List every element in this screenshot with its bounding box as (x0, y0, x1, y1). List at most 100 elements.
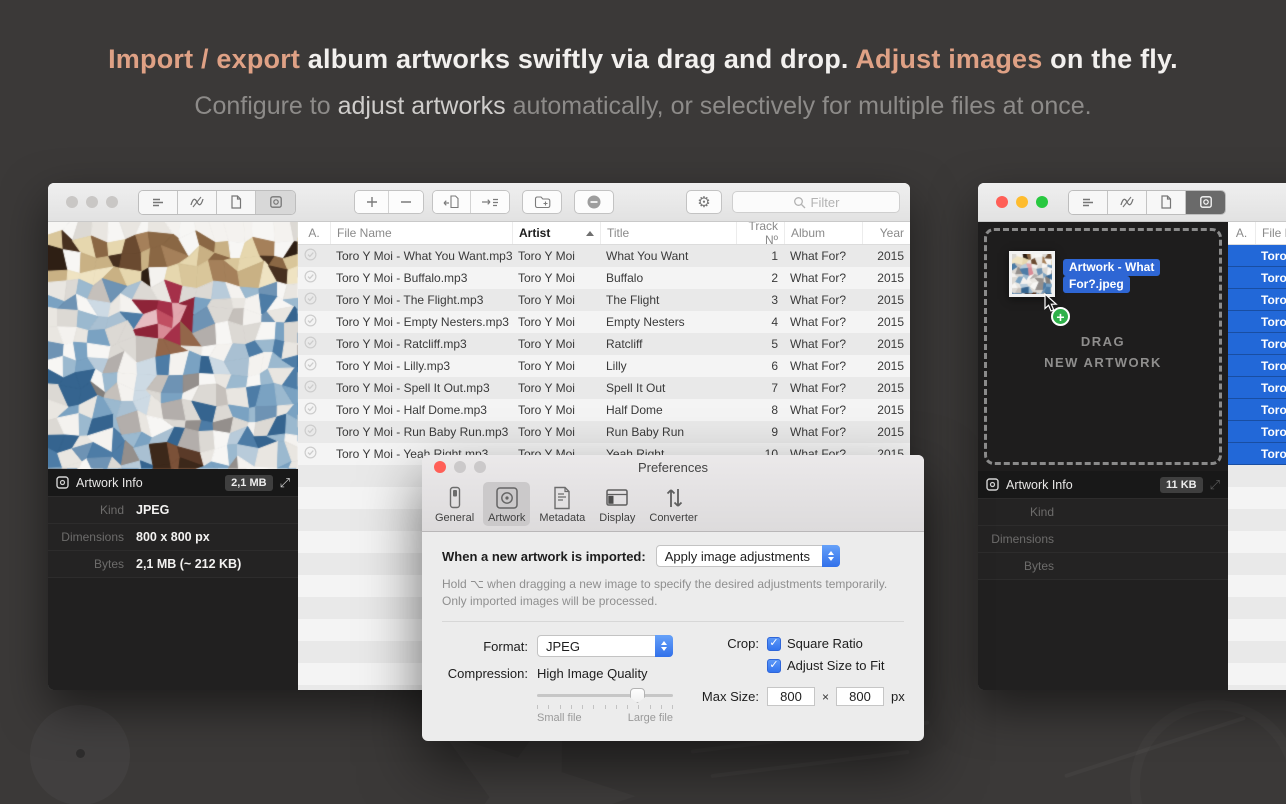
empty-table-row (1228, 685, 1286, 690)
import-behavior-popup[interactable]: Apply image adjustments (656, 545, 840, 567)
column-header-file-name[interactable]: File Name (330, 222, 512, 244)
format-popup[interactable]: JPEG (537, 635, 673, 657)
compression-row: Compression: High Image Quality (442, 666, 673, 681)
expand-artwork-icon[interactable]: ⤢ (280, 475, 290, 491)
close-button[interactable] (434, 461, 446, 473)
kind-row: Kind JPEG (48, 496, 298, 523)
waveform-icon (1119, 194, 1135, 210)
column-header-artwork[interactable]: A. (298, 222, 330, 244)
adjust-size-checkbox[interactable]: ✓ (767, 659, 781, 673)
empty-table-row (1228, 597, 1286, 619)
column-header-artwork[interactable]: A. (1228, 226, 1255, 240)
filter-search-field[interactable]: Filter (732, 191, 900, 213)
artwork-view-segment[interactable] (1186, 191, 1225, 214)
artwork-check-icon (304, 380, 317, 393)
import-icon (443, 195, 461, 209)
selected-table-row[interactable]: Toro Y Moi - What You Want.mp3 (1228, 245, 1286, 267)
add-files-button[interactable] (355, 191, 389, 213)
selected-table-row[interactable]: Toro Y Moi - The Flight.mp3 (1228, 289, 1286, 311)
close-button[interactable] (996, 196, 1008, 208)
artwork-info-title: Artwork Info (76, 476, 218, 490)
column-header-album[interactable]: Album (784, 222, 862, 244)
minus-icon (400, 196, 412, 208)
zoom-button[interactable] (474, 461, 486, 473)
tab-metadata[interactable]: Metadata (534, 482, 590, 526)
export-artwork-button[interactable] (471, 191, 509, 213)
clear-artwork-button[interactable] (574, 190, 614, 214)
zoom-button[interactable] (1036, 196, 1048, 208)
list-icon (150, 194, 166, 210)
expand-artwork-icon[interactable]: ⤢ (1210, 477, 1220, 493)
slider-max-label: Large file (628, 712, 673, 724)
table-header: A. File N (1228, 222, 1286, 245)
table-row[interactable]: Toro Y Moi - Buffalo.mp3Toro Y MoiBuffal… (298, 267, 910, 289)
minimize-button[interactable] (86, 196, 98, 208)
metadata-view-segment[interactable] (1147, 191, 1186, 214)
tab-converter[interactable]: Converter (644, 482, 702, 526)
minimize-button[interactable] (454, 461, 466, 473)
kind-row: Kind (978, 498, 1228, 525)
metadata-view-segment[interactable] (217, 191, 256, 214)
max-width-field[interactable]: 800 (767, 687, 815, 706)
reveal-in-finder-button[interactable] (522, 190, 562, 214)
remove-files-button[interactable] (389, 191, 423, 213)
import-artwork-button[interactable] (433, 191, 471, 213)
column-header-file-name[interactable]: File N (1255, 222, 1286, 244)
audio-view-segment[interactable] (1108, 191, 1147, 214)
table-row[interactable]: Toro Y Moi - Half Dome.mp3Toro Y MoiHalf… (298, 399, 910, 421)
empty-table-row (1228, 619, 1286, 641)
px-unit-label: px (891, 689, 905, 704)
column-header-year[interactable]: Year (862, 222, 910, 244)
table-row[interactable]: Toro Y Moi - Lilly.mp3Toro Y MoiLilly6Wh… (298, 355, 910, 377)
tab-general[interactable]: General (430, 482, 479, 526)
table-row[interactable]: Toro Y Moi - What You Want.mp3Toro Y Moi… (298, 245, 910, 267)
selected-table-row[interactable]: Toro Y Moi - Lilly.mp3 (1228, 355, 1286, 377)
artwork-check-icon (304, 424, 317, 437)
compression-slider[interactable]: Small file Large file (537, 688, 673, 724)
column-header-title[interactable]: Title (600, 222, 736, 244)
selected-table-row[interactable]: Toro Y Moi - Ratcliff.mp3 (1228, 333, 1286, 355)
remove-circle-icon (586, 194, 602, 210)
selected-table-row[interactable]: Toro Y Moi - Empty Nesters.mp3 (1228, 311, 1286, 333)
square-ratio-checkbox[interactable]: ✓ (767, 637, 781, 651)
selected-table-row[interactable]: Toro Y Moi - Yeah Right.mp3 (1228, 443, 1286, 465)
artwork-info-icon (986, 478, 999, 491)
drop-zone-hint: DRAG NEW ARTWORK (987, 331, 1219, 373)
artwork-view-segment[interactable] (256, 191, 295, 214)
folder-icon (534, 195, 551, 209)
artwork-info-header: Artwork Info 11 KB ⤢ (978, 471, 1228, 498)
converter-icon (661, 485, 687, 511)
selected-table-row[interactable]: Toro Y Moi - Spell It Out.mp3 (1228, 377, 1286, 399)
plus-icon (366, 196, 378, 208)
column-header-track[interactable]: Track Nº (736, 222, 784, 244)
artwork-drop-zone[interactable]: DRAG NEW ARTWORK Artwork - What For?.jpe… (984, 228, 1222, 465)
general-icon (443, 485, 467, 511)
table-row[interactable]: Toro Y Moi - The Flight.mp3Toro Y MoiThe… (298, 289, 910, 311)
table-row[interactable]: Toro Y Moi - Run Baby Run.mp3Toro Y MoiR… (298, 421, 910, 443)
album-artwork-image[interactable] (48, 222, 298, 469)
zoom-button[interactable] (106, 196, 118, 208)
table-row[interactable]: Toro Y Moi - Ratcliff.mp3Toro Y MoiRatcl… (298, 333, 910, 355)
slider-thumb[interactable] (630, 688, 645, 703)
tab-display[interactable]: Display (594, 482, 640, 526)
selected-table-row[interactable]: Toro Y Moi - Half Dome.mp3 (1228, 399, 1286, 421)
table-row[interactable]: Toro Y Moi - Empty Nesters.mp3Toro Y Moi… (298, 311, 910, 333)
tab-artwork[interactable]: Artwork (483, 482, 530, 526)
list-view-segment[interactable] (139, 191, 178, 214)
selected-table-row[interactable]: Toro Y Moi - Buffalo.mp3 (1228, 267, 1286, 289)
document-icon (228, 194, 244, 210)
settings-button[interactable]: ⚙ (686, 190, 722, 214)
list-view-segment[interactable] (1069, 191, 1108, 214)
table-row[interactable]: Toro Y Moi - Spell It Out.mp3Toro Y MoiS… (298, 377, 910, 399)
max-height-field[interactable]: 800 (836, 687, 884, 706)
artwork-size-badge: 11 KB (1160, 477, 1203, 493)
audio-view-segment[interactable] (178, 191, 217, 214)
empty-table-row (1228, 663, 1286, 685)
column-header-artist[interactable]: Artist (512, 222, 600, 244)
close-button[interactable] (66, 196, 78, 208)
dragged-file-thumbnail[interactable] (1009, 251, 1055, 297)
slider-track[interactable] (537, 688, 673, 703)
selected-table-row[interactable]: Toro Y Moi - Run Baby Run.mp3 (1228, 421, 1286, 443)
display-icon (604, 485, 630, 511)
minimize-button[interactable] (1016, 196, 1028, 208)
